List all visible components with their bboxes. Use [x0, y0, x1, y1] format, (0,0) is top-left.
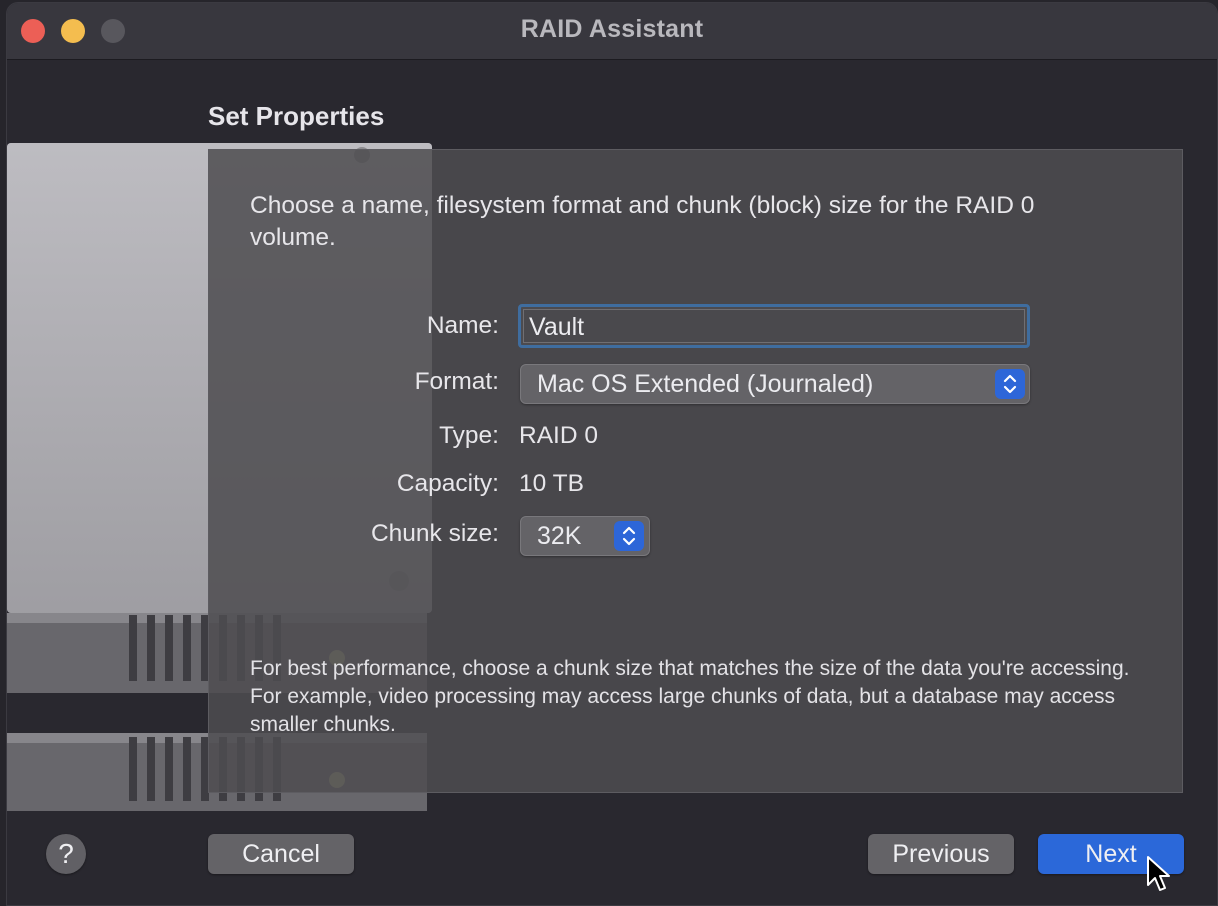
window-title: RAID Assistant	[520, 15, 704, 43]
format-popup[interactable]: Mac OS Extended (Journaled)	[520, 364, 1030, 404]
name-label: Name:	[426, 312, 499, 339]
format-stepper-icon	[995, 369, 1025, 399]
format-label: Format:	[414, 368, 499, 395]
properties-panel: Choose a name, filesystem format and chu…	[208, 149, 1183, 793]
chunk-size-stepper-icon	[614, 521, 644, 551]
raid-assistant-window: RAID Assistant Set Properties Choose a n…	[6, 2, 1218, 906]
section-title: Set Properties	[208, 101, 385, 131]
mouse-pointer-icon	[1147, 856, 1170, 891]
assistant-content: Set Properties Choose a name, filesystem…	[7, 60, 1217, 905]
name-field[interactable]: Vault	[518, 304, 1030, 348]
format-value: Mac OS Extended (Journaled)	[537, 370, 874, 398]
capacity-value: 10 TB	[519, 470, 584, 497]
name-field-inner	[523, 309, 1025, 343]
performance-note: For best performance, choose a chunk siz…	[250, 657, 1130, 736]
name-value: Vault	[529, 313, 585, 341]
title-bar: RAID Assistant	[7, 3, 1217, 60]
type-value: RAID 0	[519, 422, 598, 449]
intro-text: Choose a name, filesystem format and chu…	[250, 192, 1035, 251]
chunk-size-label: Chunk size:	[370, 520, 499, 547]
chunk-size-popup[interactable]: 32K	[520, 516, 650, 556]
previous-button[interactable]: Previous	[868, 834, 1014, 874]
help-button[interactable]: ?	[46, 834, 86, 874]
type-label: Type:	[439, 422, 499, 449]
capacity-label: Capacity:	[396, 470, 499, 497]
cancel-button[interactable]: Cancel	[208, 834, 354, 874]
chunk-size-value: 32K	[537, 522, 582, 550]
